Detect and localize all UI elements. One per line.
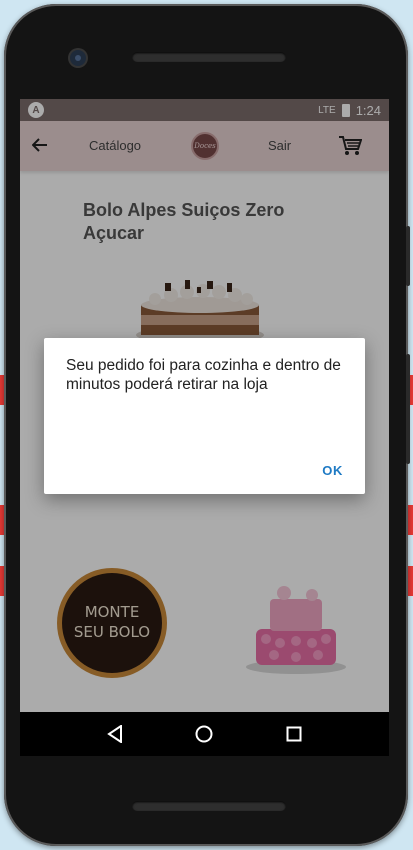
order-confirmation-dialog: Seu pedido foi para cozinha e dentro de …: [44, 338, 365, 494]
front-camera: [70, 50, 86, 66]
system-navigation-bar: [20, 712, 389, 756]
power-button: [406, 354, 410, 464]
volume-button: [406, 226, 410, 286]
nav-home-icon[interactable]: [189, 719, 219, 749]
earpiece-speaker: [132, 52, 286, 62]
nav-back-icon[interactable]: [100, 719, 130, 749]
bottom-speaker: [132, 801, 286, 811]
ok-button[interactable]: OK: [322, 463, 343, 478]
nav-recents-icon[interactable]: [279, 719, 309, 749]
device-screen: A LTE 1:24 Catálogo Doces Sair Bolo Alpe…: [20, 99, 389, 712]
dialog-message: Seu pedido foi para cozinha e dentro de …: [66, 357, 341, 393]
